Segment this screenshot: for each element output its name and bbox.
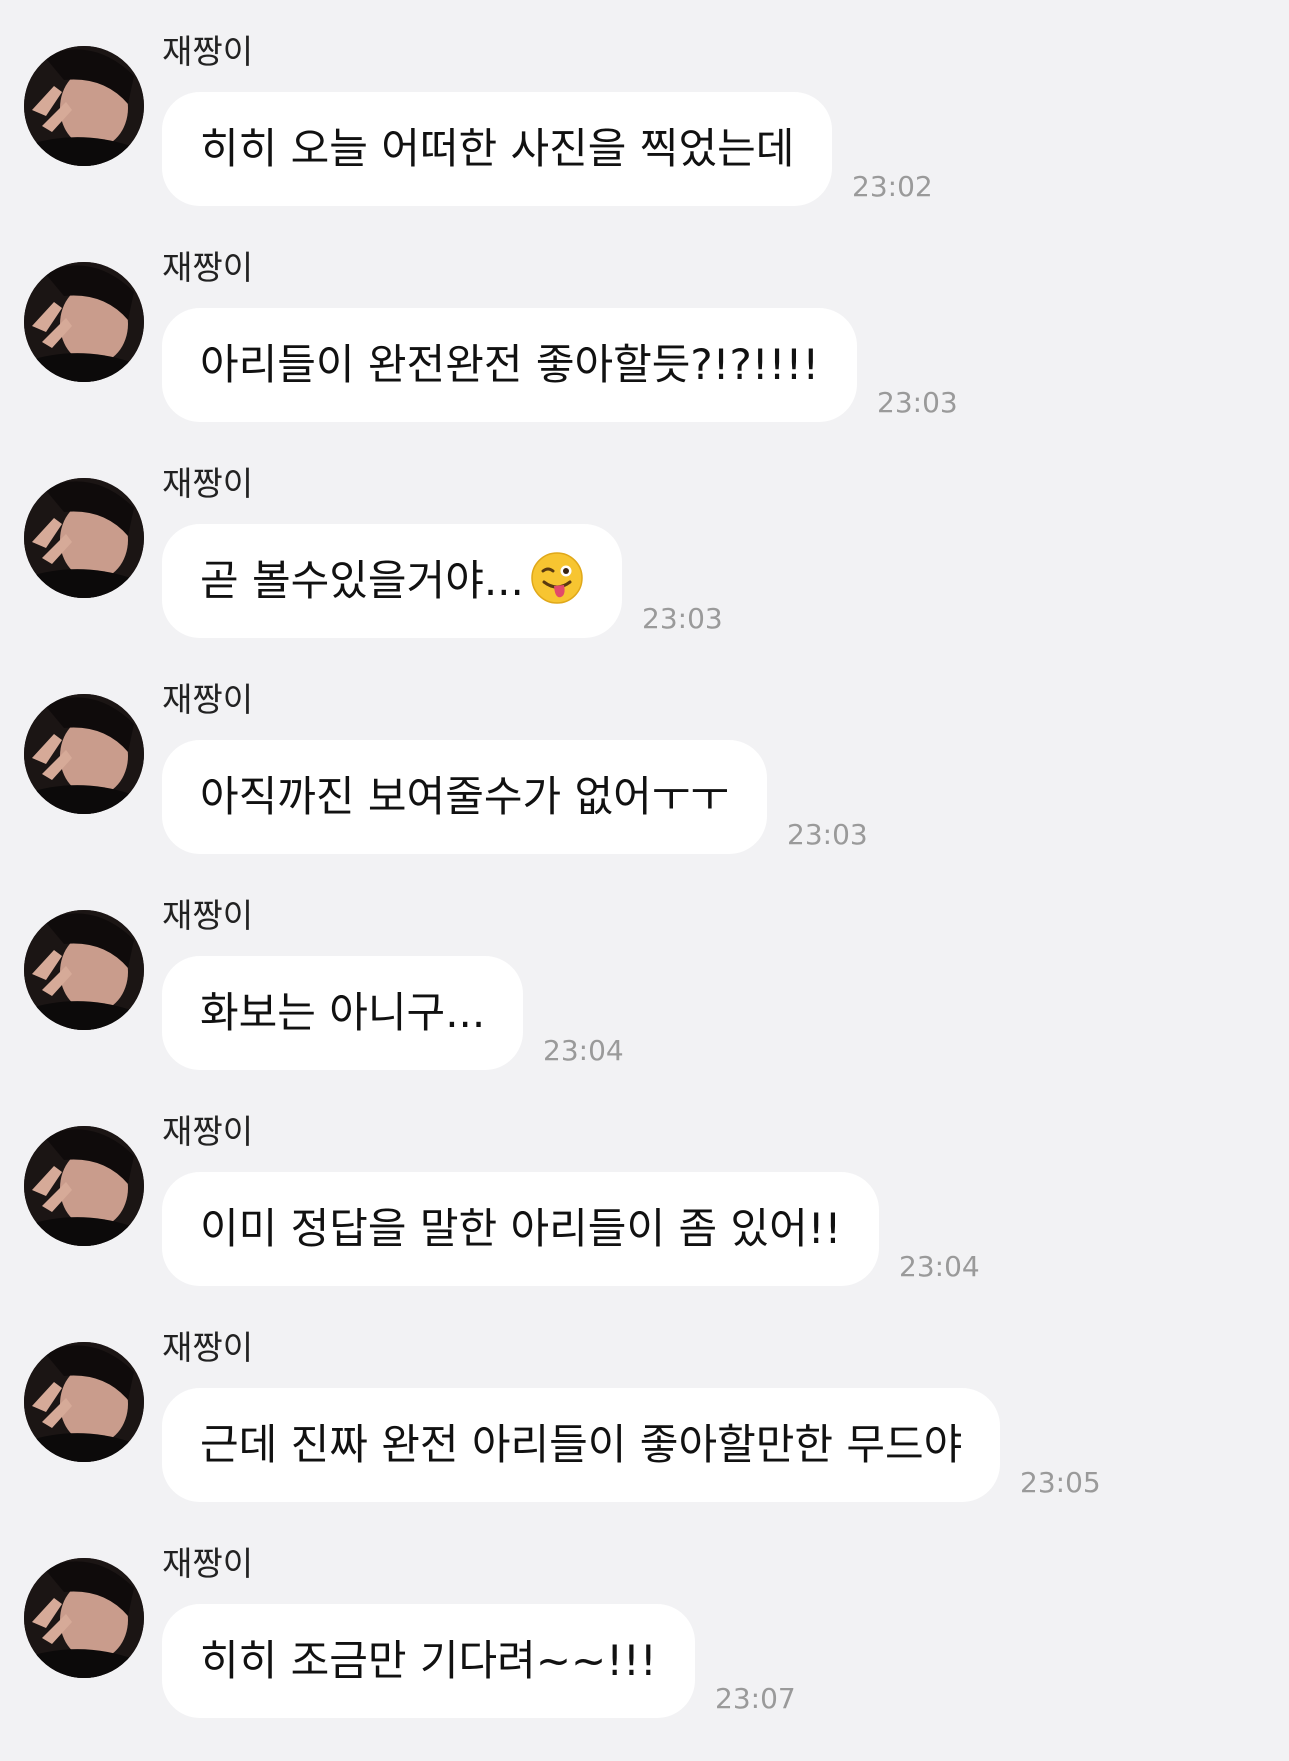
avatar[interactable] — [24, 910, 144, 1030]
message-timestamp: 23:07 — [715, 1682, 796, 1715]
message-row: 재짱이 근데 진짜 완전 아리들이 좋아할만한 무드야 23:05 — [0, 1296, 1289, 1512]
message-bubble[interactable]: 화보는 아니구... — [162, 956, 524, 1070]
message-bubble[interactable]: 이미 정답을 말한 아리들이 좀 있어!! — [162, 1172, 880, 1286]
message-row: 재짱이 아리들이 완전완전 좋아할듯?!?!!!! 23:03 — [0, 216, 1289, 432]
message-timestamp: 23:05 — [1020, 1466, 1101, 1499]
avatar[interactable] — [24, 262, 144, 382]
sender-name: 재짱이 — [162, 1328, 254, 1367]
sender-name: 재짱이 — [162, 680, 254, 719]
message-timestamp: 23:04 — [543, 1034, 624, 1067]
message-row: 재짱이 히히 조금만 기다려~~!!! 23:07 — [0, 1512, 1289, 1728]
message-row: 재짱이 이미 정답을 말한 아리들이 좀 있어!! 23:04 — [0, 1080, 1289, 1296]
sender-name: 재짱이 — [162, 896, 254, 935]
message-bubble[interactable]: 히히 조금만 기다려~~!!! — [162, 1604, 695, 1718]
chat-log: 재짱이 히히 오늘 어떠한 사진을 찍었는데 23:02 재짱이 아리들이 완전… — [0, 0, 1289, 1761]
message-timestamp: 23:02 — [852, 170, 933, 203]
message-bubble[interactable]: 곧 볼수있을거야... — [162, 524, 622, 638]
message-row: 재짱이 아직까진 보여줄수가 없어ㅜㅜ 23:03 — [0, 648, 1289, 864]
avatar[interactable] — [24, 478, 144, 598]
avatar[interactable] — [24, 694, 144, 814]
sender-name: 재짱이 — [162, 248, 254, 287]
message-row: 재짱이 히히 오늘 어떠한 사진을 찍었는데 23:02 — [0, 0, 1289, 216]
message-row: 재짱이 곧 볼수있을거야... 23:03 — [0, 432, 1289, 648]
message-timestamp: 23:03 — [642, 602, 723, 635]
sender-name: 재짱이 — [162, 1112, 254, 1151]
message-timestamp: 23:04 — [899, 1250, 980, 1283]
avatar[interactable] — [24, 1342, 144, 1462]
message-timestamp: 23:03 — [787, 818, 868, 851]
message-bubble[interactable]: 히히 오늘 어떠한 사진을 찍었는데 — [162, 92, 833, 206]
message-bubble[interactable]: 아리들이 완전완전 좋아할듯?!?!!!! — [162, 308, 858, 422]
sender-name: 재짱이 — [162, 1544, 254, 1583]
message-bubble[interactable]: 아직까진 보여줄수가 없어ㅜㅜ — [162, 740, 768, 854]
message-text: 곧 볼수있을거야... — [200, 556, 524, 605]
message-row: 재짱이 화보는 아니구... 23:04 — [0, 864, 1289, 1080]
avatar[interactable] — [24, 1126, 144, 1246]
sender-name: 재짱이 — [162, 32, 254, 71]
avatar[interactable] — [24, 46, 144, 166]
winking-face-with-tongue-icon — [531, 552, 583, 604]
avatar[interactable] — [24, 1558, 144, 1678]
message-timestamp: 23:03 — [877, 386, 958, 419]
sender-name: 재짱이 — [162, 464, 254, 503]
message-bubble[interactable]: 근데 진짜 완전 아리들이 좋아할만한 무드야 — [162, 1388, 1001, 1502]
